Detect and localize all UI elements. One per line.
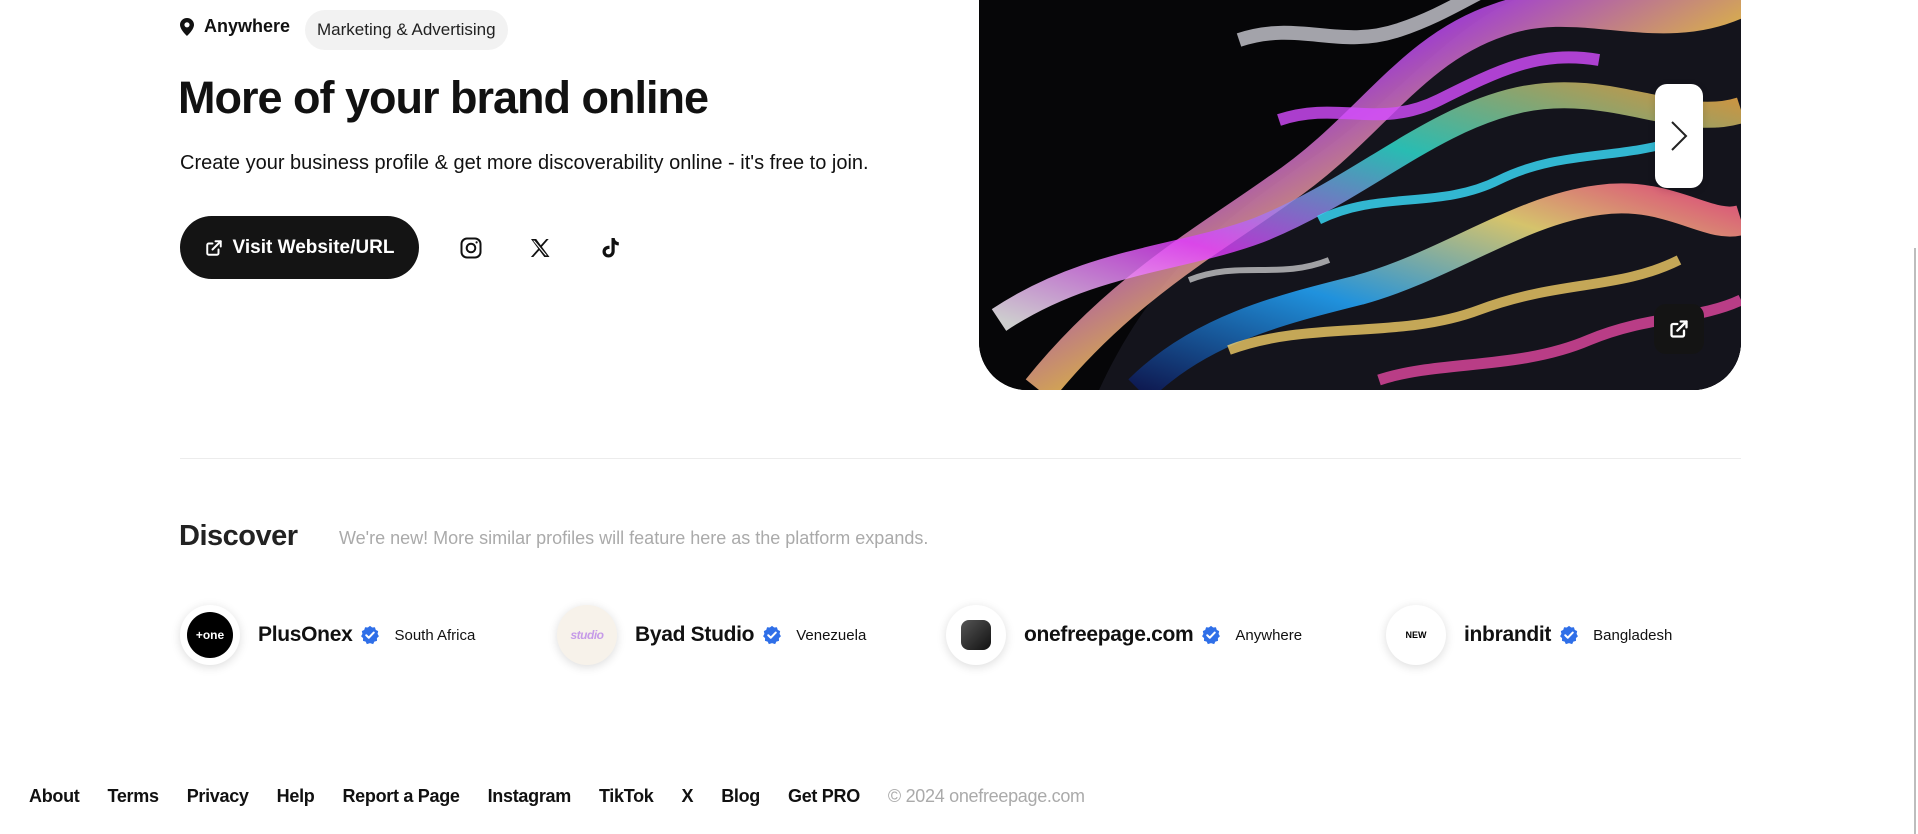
external-link-icon — [1670, 320, 1688, 338]
location-label: Anywhere — [204, 16, 291, 36]
footer-link-x[interactable]: X — [681, 786, 693, 807]
visit-website-label: Visit Website/URL — [232, 236, 395, 258]
tiktok-link[interactable] — [590, 228, 630, 268]
avatar — [946, 605, 1006, 665]
verified-badge-icon — [1202, 625, 1221, 645]
footer-link-help[interactable]: Help — [277, 786, 315, 807]
profile-location: Bangladesh — [1593, 626, 1673, 644]
location: Anywhere — [180, 16, 290, 37]
verified-badge-icon — [763, 625, 782, 645]
onefreepage-logo — [961, 620, 991, 650]
discover-subtitle: We're new! More similar profiles will fe… — [339, 528, 929, 548]
next-slide-button[interactable] — [1655, 84, 1703, 188]
byad-studio-logo: studio — [570, 628, 605, 642]
profile-name: onefreepage.com — [1024, 623, 1194, 646]
page-title: More of your brand online — [178, 72, 709, 123]
instagram-link[interactable] — [451, 228, 491, 268]
external-link-icon — [205, 239, 222, 256]
tiktok-icon — [602, 238, 619, 258]
x-link[interactable] — [520, 228, 560, 268]
avatar: NEW — [1386, 605, 1446, 665]
footer-link-blog[interactable]: Blog — [721, 786, 760, 807]
profile-location: Anywhere — [1235, 626, 1303, 644]
footer-link-report-page[interactable]: Report a Page — [342, 786, 459, 807]
category-tag[interactable]: Marketing & Advertising — [305, 10, 508, 50]
footer-link-terms[interactable]: Terms — [107, 786, 159, 807]
footer-link-instagram[interactable]: Instagram — [488, 786, 572, 807]
footer: About Terms Privacy Help Report a Page I… — [29, 786, 1085, 807]
instagram-icon — [460, 237, 482, 259]
avatar: studio — [557, 605, 617, 665]
avatar: +one — [180, 605, 240, 665]
copyright: © 2024 onefreepage.com — [887, 786, 1085, 806]
profile-card-byad-studio[interactable]: studio Byad Studio Venezuela — [557, 604, 866, 666]
profile-card-plusonex[interactable]: +one PlusOnex South Africa — [180, 604, 475, 666]
visit-website-button[interactable]: Visit Website/URL — [180, 216, 419, 279]
inbrandit-logo: NEW — [1405, 630, 1427, 640]
scrollbar[interactable] — [1914, 248, 1916, 834]
profile-card-onefreepage[interactable]: onefreepage.com Anywhere — [946, 604, 1302, 666]
profile-location: South Africa — [394, 626, 476, 644]
hero-abstract-art — [979, 0, 1741, 390]
chevron-right-icon — [1671, 121, 1688, 151]
footer-link-get-pro[interactable]: Get PRO — [788, 786, 860, 807]
verified-badge-icon — [361, 625, 380, 645]
hero-image — [979, 0, 1741, 390]
profile-name: inbrandit — [1464, 623, 1552, 646]
plusonex-logo: +one — [187, 612, 233, 658]
footer-link-privacy[interactable]: Privacy — [187, 786, 249, 807]
section-divider — [180, 458, 1741, 459]
footer-link-tiktok[interactable]: TikTok — [599, 786, 654, 807]
profile-location: Venezuela — [796, 626, 867, 644]
verified-badge-icon — [1560, 625, 1579, 645]
profile-card-inbrandit[interactable]: NEW inbrandit Bangladesh — [1386, 604, 1672, 666]
profile-description: Create your business profile & get more … — [180, 152, 869, 174]
footer-link-about[interactable]: About — [29, 786, 80, 807]
location-pin-icon — [180, 17, 194, 36]
profile-name: PlusOnex — [258, 623, 353, 646]
profile-name: Byad Studio — [635, 623, 755, 646]
discover-title: Discover — [179, 520, 298, 552]
open-image-button[interactable] — [1654, 304, 1704, 354]
x-icon — [530, 239, 550, 257]
